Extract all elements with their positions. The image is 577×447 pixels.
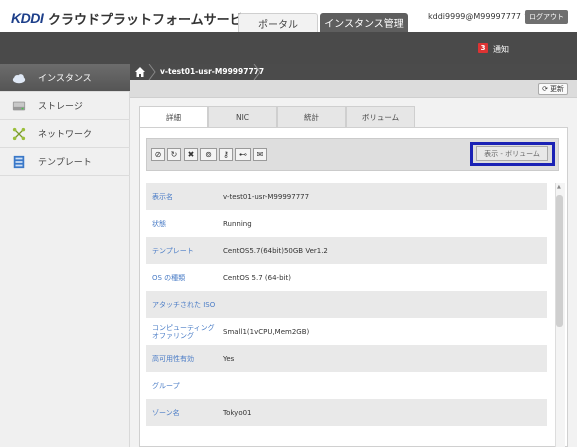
console-icon: ✉ [256, 150, 264, 159]
highlight-box [470, 142, 555, 166]
password-icon: ⊷ [239, 150, 247, 159]
template-icon [13, 155, 25, 169]
delete-icon: ✖ [187, 150, 195, 159]
sidebar-item-template[interactable]: テンプレート [0, 148, 130, 176]
table-row: アタッチされた ISO [146, 291, 547, 318]
tab-nic[interactable]: NIC [208, 106, 277, 127]
row-label: ゾーン名 [152, 408, 180, 417]
breadcrumb-item[interactable]: v-test01-usr-M99997777 [160, 67, 264, 76]
stop-icon: ⊘ [154, 150, 162, 159]
table-row: 高可用性有効 Yes [146, 345, 547, 372]
home-icon[interactable] [134, 66, 146, 78]
detail-table: 表示名 v-test01-usr-M99997777 状態 Running テン… [146, 183, 547, 447]
attach-iso-icon: ⊚ [205, 150, 212, 159]
disk-icon [12, 101, 26, 111]
tab-volume[interactable]: ボリューム [346, 106, 415, 127]
table-row: テンプレート CentOS5.7(64bit)50GB Ver1.2 [146, 237, 547, 264]
scrollbar-thumb[interactable] [556, 195, 563, 327]
table-row: 表示名 v-test01-usr-M99997777 [146, 183, 547, 210]
key-icon: ⚷ [223, 150, 229, 159]
sidebar-item-label: ストレージ [38, 102, 83, 112]
row-label: アタッチされた ISO [152, 300, 216, 309]
row-value: Small1(1vCPU,Mem2GB) [223, 327, 310, 336]
sidebar-item-instance[interactable]: インスタンス [0, 64, 130, 92]
table-row: OS の種類 CentOS 5.7 (64-bit) [146, 264, 547, 291]
row-value: Yes [223, 354, 235, 363]
breadcrumb-separator [148, 64, 156, 80]
stop-button[interactable]: ⊘ [151, 148, 165, 161]
action-bar [130, 80, 577, 98]
attach-iso-button[interactable]: ⊚ [200, 148, 217, 161]
service-title: クラウドプラットフォームサービス [48, 13, 256, 28]
network-icon [12, 127, 26, 141]
row-label: テンプレート [152, 246, 194, 255]
notice-link[interactable]: 通知 [493, 44, 509, 55]
refresh-button[interactable]: ⟳ 更新 [538, 83, 568, 95]
row-label: コンピューティング オファリング [152, 323, 215, 340]
row-value: CentOS 5.7 (64-bit) [223, 273, 291, 282]
table-row: コンピューティング オファリング Small1(1vCPU,Mem2GB) [146, 318, 547, 345]
reset-password-button[interactable]: ⊷ [235, 148, 251, 161]
tab-portal[interactable]: ポータル [238, 13, 318, 32]
row-label: OS の種類 [152, 273, 186, 282]
row-label: 表示名 [152, 192, 173, 201]
restart-button[interactable]: ↻ [167, 148, 181, 161]
restart-icon: ↻ [170, 150, 178, 159]
cloud-icon [12, 74, 26, 84]
user-label: kddi9999@M99997777 さん [428, 12, 540, 21]
tab-details[interactable]: 詳細 [139, 106, 208, 128]
sidebar-item-label: ネットワーク [38, 130, 93, 140]
sidebar-item-network[interactable]: ネットワーク [0, 120, 130, 148]
notice-count-badge[interactable]: 3 [478, 43, 488, 53]
table-row: 状態 Running [146, 210, 547, 237]
row-label: グループ [152, 381, 180, 390]
tab-stats[interactable]: 統計 [277, 106, 346, 127]
refresh-icon: ⟳ [542, 85, 548, 93]
ssh-key-button[interactable]: ⚷ [219, 148, 233, 161]
scroll-up-icon[interactable]: ▲ [557, 184, 561, 190]
sidebar: インスタンス ストレージ ネットワーク テンプレート [0, 64, 130, 447]
header-band [0, 32, 577, 64]
delete-button[interactable]: ✖ [184, 148, 198, 161]
kddi-logo: KDDI [11, 10, 44, 26]
tab-instance-management[interactable]: インスタンス管理 [320, 13, 408, 32]
row-label: 高可用性有効 [152, 354, 194, 363]
table-row: ゾーン名 Tokyo01 [146, 399, 547, 426]
top-header: KDDI クラウドプラットフォームサービス ポータル インスタンス管理 kddi… [0, 0, 577, 32]
row-label: 状態 [152, 219, 166, 228]
row-value: CentOS5.7(64bit)50GB Ver1.2 [223, 246, 328, 255]
logout-button[interactable]: ログアウト [525, 10, 568, 24]
console-button[interactable]: ✉ [253, 148, 267, 161]
row-value: Tokyo01 [223, 408, 252, 417]
row-value: Running [223, 219, 252, 228]
row-value: v-test01-usr-M99997777 [223, 192, 310, 201]
sidebar-item-label: テンプレート [38, 158, 92, 168]
breadcrumb-separator [253, 64, 261, 80]
refresh-label: 更新 [549, 85, 564, 93]
sidebar-item-label: インスタンス [38, 74, 92, 84]
sidebar-item-storage[interactable]: ストレージ [0, 92, 130, 120]
table-row: グループ [146, 372, 547, 399]
